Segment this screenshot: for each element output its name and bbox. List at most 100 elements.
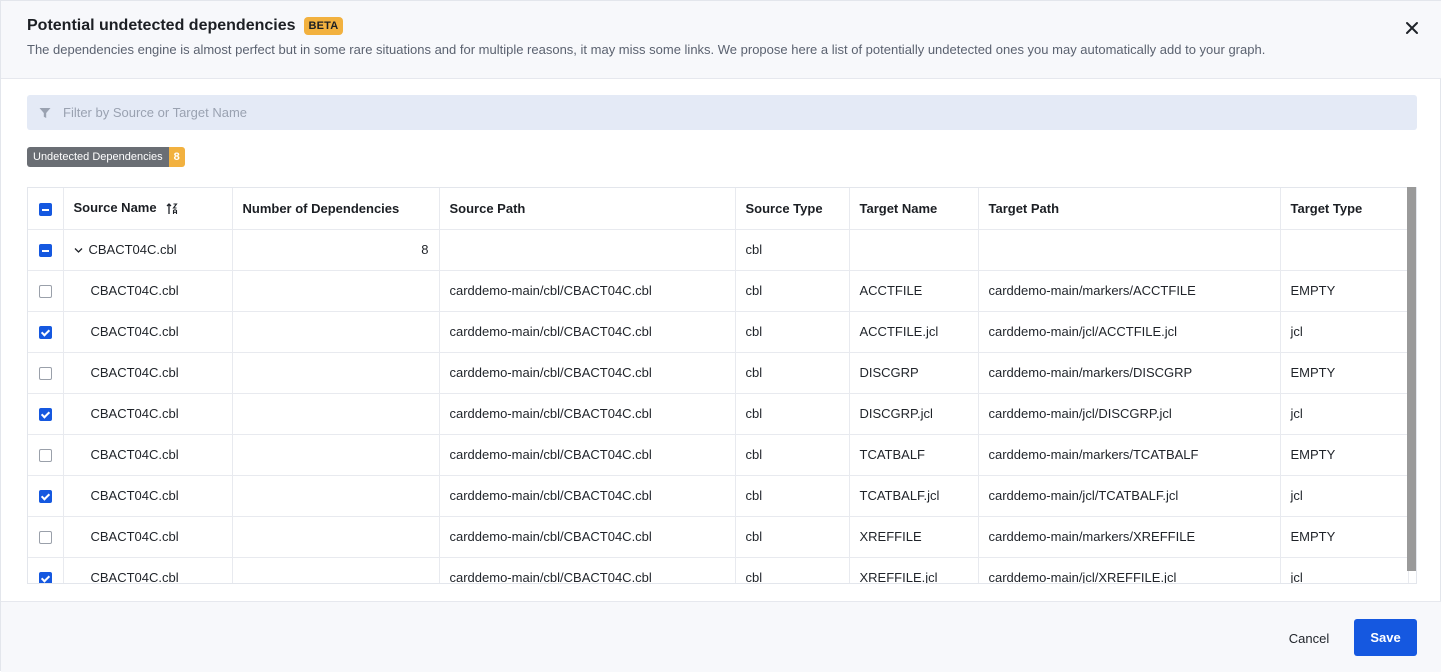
group-dependency-count: 8	[232, 229, 440, 271]
row-checkbox[interactable]	[38, 531, 52, 545]
table-row[interactable]: CBACT04C.cbl carddemo-main/cbl/CBACT04C.…	[28, 393, 1409, 435]
group-checkbox[interactable]	[38, 244, 52, 258]
column-header-target-path[interactable]: Target Path	[978, 188, 1281, 230]
column-header-target-name[interactable]: Target Name	[849, 188, 979, 230]
select-all-checkbox[interactable]	[38, 202, 52, 216]
column-header-target-type[interactable]: Target Type	[1280, 188, 1409, 230]
target-type-cell: EMPTY	[1280, 434, 1409, 476]
target-name-cell: DISCGRP.jcl	[849, 393, 979, 435]
target-name-cell: DISCGRP	[849, 352, 979, 394]
source-type-cell: cbl	[735, 434, 850, 476]
group-checkbox-cell	[28, 229, 64, 271]
target-name-cell: XREFFILE	[849, 516, 979, 558]
target-path-cell: carddemo-main/markers/DISCGRP	[978, 352, 1281, 394]
table-row[interactable]: CBACT04C.cbl carddemo-main/cbl/CBACT04C.…	[28, 434, 1409, 476]
source-type-cell: cbl	[735, 557, 850, 583]
source-name-cell: CBACT04C.cbl	[63, 516, 233, 558]
target-type-cell: jcl	[1280, 475, 1409, 517]
row-checkbox[interactable]	[38, 490, 52, 504]
dependency-count-cell	[232, 557, 440, 583]
group-target-path	[978, 229, 1281, 271]
table-row[interactable]: CBACT04C.cbl carddemo-main/cbl/CBACT04C.…	[28, 475, 1409, 517]
source-path-cell: carddemo-main/cbl/CBACT04C.cbl	[439, 516, 736, 558]
column-header-source-name[interactable]: Source Name	[63, 188, 233, 230]
target-type-cell: EMPTY	[1280, 352, 1409, 394]
target-name-cell: ACCTFILE	[849, 270, 979, 312]
table-row[interactable]: CBACT04C.cbl carddemo-main/cbl/CBACT04C.…	[28, 352, 1409, 394]
target-path-cell: carddemo-main/markers/XREFFILE	[978, 516, 1281, 558]
target-type-cell: jcl	[1280, 557, 1409, 583]
source-name-cell: CBACT04C.cbl	[63, 434, 233, 476]
table-row[interactable]: CBACT04C.cbl carddemo-main/cbl/CBACT04C.…	[28, 516, 1409, 558]
title-row: Potential undetected dependencies BETA	[27, 17, 344, 35]
dependency-count-cell	[232, 311, 440, 353]
column-header-label: Source Name	[73, 200, 157, 216]
source-type-cell: cbl	[735, 393, 850, 435]
target-name-cell: TCATBALF	[849, 434, 979, 476]
dependency-count-cell	[232, 270, 440, 312]
dialog-header: Potential undetected dependencies BETA T…	[1, 1, 1441, 79]
save-button[interactable]: Save	[1354, 619, 1417, 656]
source-name-cell: CBACT04C.cbl	[63, 475, 233, 517]
source-name-cell: CBACT04C.cbl	[63, 352, 233, 394]
group-target-type	[1280, 229, 1409, 271]
group-source-name: CBACT04C.cbl	[88, 242, 177, 257]
target-path-cell: carddemo-main/markers/TCATBALF	[978, 434, 1281, 476]
source-type-cell: cbl	[735, 311, 850, 353]
row-checkbox-cell	[28, 270, 64, 312]
dependency-count-cell	[232, 352, 440, 394]
table-row[interactable]: CBACT04C.cbl carddemo-main/cbl/CBACT04C.…	[28, 557, 1409, 583]
row-checkbox-cell	[28, 352, 64, 394]
table-scrollbar[interactable]	[1407, 187, 1416, 571]
column-header-source-type[interactable]: Source Type	[735, 188, 850, 230]
source-name-cell: CBACT04C.cbl	[63, 393, 233, 435]
dependencies-table: Source Name Number of Dependencies Sourc…	[27, 187, 1417, 584]
sort-icon[interactable]	[166, 202, 180, 216]
source-type-cell: cbl	[735, 475, 850, 517]
undetected-dependencies-tag: Undetected Dependencies 8	[27, 147, 185, 167]
target-name-cell: ACCTFILE.jcl	[849, 311, 979, 353]
source-name-cell: CBACT04C.cbl	[63, 311, 233, 353]
row-checkbox[interactable]	[38, 408, 52, 422]
row-checkbox[interactable]	[38, 449, 52, 463]
group-source-name-cell: CBACT04C.cbl	[63, 229, 233, 271]
source-path-cell: carddemo-main/cbl/CBACT04C.cbl	[439, 475, 736, 517]
row-checkbox-cell	[28, 393, 64, 435]
tag-count: 8	[168, 147, 185, 167]
beta-badge: BETA	[303, 17, 344, 35]
tag-label: Undetected Dependencies	[27, 147, 169, 167]
filter-input[interactable]	[63, 105, 1363, 120]
target-path-cell: carddemo-main/jcl/DISCGRP.jcl	[978, 393, 1281, 435]
cancel-button[interactable]: Cancel	[1277, 620, 1341, 656]
column-header-source-path[interactable]: Source Path	[439, 188, 736, 230]
filter-bar	[27, 95, 1417, 130]
group-row[interactable]: CBACT04C.cbl 8 cbl	[28, 229, 1409, 271]
target-type-cell: EMPTY	[1280, 270, 1409, 312]
chevron-down-icon[interactable]	[74, 246, 83, 255]
row-checkbox[interactable]	[38, 285, 52, 299]
source-path-cell: carddemo-main/cbl/CBACT04C.cbl	[439, 434, 736, 476]
source-path-cell: carddemo-main/cbl/CBACT04C.cbl	[439, 557, 736, 583]
table-row[interactable]: CBACT04C.cbl carddemo-main/cbl/CBACT04C.…	[28, 270, 1409, 312]
target-type-cell: EMPTY	[1280, 516, 1409, 558]
source-path-cell: carddemo-main/cbl/CBACT04C.cbl	[439, 311, 736, 353]
table-row[interactable]: CBACT04C.cbl carddemo-main/cbl/CBACT04C.…	[28, 311, 1409, 353]
row-checkbox-cell	[28, 311, 64, 353]
target-name-cell: TCATBALF.jcl	[849, 475, 979, 517]
group-source-type: cbl	[735, 229, 850, 271]
row-checkbox[interactable]	[38, 326, 52, 340]
source-type-cell: cbl	[735, 352, 850, 394]
dependencies-dialog: Potential undetected dependencies BETA T…	[0, 0, 1441, 672]
target-type-cell: jcl	[1280, 393, 1409, 435]
column-header-number-of-dependencies[interactable]: Number of Dependencies	[232, 188, 440, 230]
target-path-cell: carddemo-main/jcl/TCATBALF.jcl	[978, 475, 1281, 517]
filter-icon	[39, 107, 51, 118]
dependency-count-cell	[232, 434, 440, 476]
close-icon[interactable]	[1403, 19, 1421, 37]
source-type-cell: cbl	[735, 270, 850, 312]
row-checkbox-cell	[28, 557, 64, 583]
row-checkbox[interactable]	[38, 367, 52, 381]
row-checkbox-cell	[28, 516, 64, 558]
row-checkbox[interactable]	[38, 572, 52, 583]
source-path-cell: carddemo-main/cbl/CBACT04C.cbl	[439, 270, 736, 312]
